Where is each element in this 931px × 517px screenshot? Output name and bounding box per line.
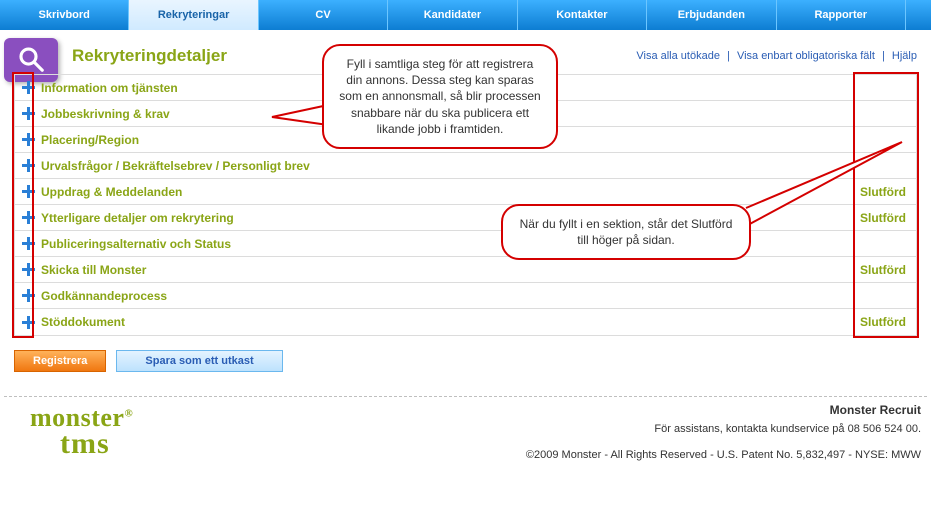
nav-tab-label: Rekryteringar — [158, 9, 230, 21]
expand-icon[interactable] — [21, 133, 35, 147]
nav-spacer — [906, 0, 931, 30]
save-draft-button[interactable]: Spara som ett utkast — [116, 350, 282, 372]
main-nav: Skrivbord Rekryteringar CV Kandidater Ko… — [0, 0, 931, 30]
nav-tab-cv[interactable]: CV — [259, 0, 388, 30]
section-row[interactable]: Skicka till Monster Slutförd — [15, 257, 916, 283]
nav-tab-label: Kandidater — [424, 9, 481, 21]
search-icon — [16, 44, 46, 77]
logo-tms: tms — [60, 427, 133, 461]
annotation-callout-tail — [744, 140, 904, 230]
footer: monster® tms Monster Recruit För assista… — [0, 397, 931, 471]
expand-icon[interactable] — [21, 159, 35, 173]
nav-tab-kontakter[interactable]: Kontakter — [518, 0, 647, 30]
nav-tab-rapporter[interactable]: Rapporter — [777, 0, 906, 30]
header-links: Visa alla utökade | Visa enbart obligato… — [636, 50, 917, 62]
annotation-callout-steps: Fyll i samtliga steg för att registrera … — [322, 44, 558, 149]
section-title: Godkännandeprocess — [41, 289, 906, 303]
nav-tab-erbjudanden[interactable]: Erbjudanden — [647, 0, 776, 30]
section-title: Stöddokument — [41, 315, 860, 329]
section-row[interactable]: Godkännandeprocess — [15, 283, 916, 309]
footer-info: Monster Recruit För assistans, kontakta … — [526, 403, 921, 461]
expand-icon[interactable] — [21, 315, 35, 329]
footer-product-name: Monster Recruit — [526, 403, 921, 417]
link-required-only[interactable]: Visa enbart obligatoriska fält — [737, 50, 875, 62]
expand-icon[interactable] — [21, 237, 35, 251]
section-status: Slutförd — [860, 263, 906, 277]
section-status: Slutförd — [860, 315, 906, 329]
annotation-callout-status: När du fyllt i en sektion, står det Slut… — [501, 204, 751, 260]
expand-icon[interactable] — [21, 81, 35, 95]
expand-icon[interactable] — [21, 185, 35, 199]
expand-icon[interactable] — [21, 289, 35, 303]
section-title: Publiceringsalternativ och Status — [41, 237, 906, 251]
footer-logo: monster® tms — [30, 403, 133, 461]
nav-tab-rekryteringar[interactable]: Rekryteringar — [129, 0, 258, 30]
section-title: Skicka till Monster — [41, 263, 860, 277]
expand-icon[interactable] — [21, 107, 35, 121]
register-button[interactable]: Registrera — [14, 350, 106, 372]
nav-tab-skrivbord[interactable]: Skrivbord — [0, 0, 129, 30]
nav-tab-label: Rapporter — [814, 9, 867, 21]
page-title: Rekryteringdetaljer — [72, 46, 227, 66]
button-row: Registrera Spara som ett utkast — [14, 350, 917, 372]
nav-tab-label: CV — [315, 9, 330, 21]
link-help[interactable]: Hjälp — [892, 50, 917, 62]
section-row[interactable]: Stöddokument Slutförd — [15, 309, 916, 335]
separator: | — [723, 50, 734, 62]
button-label: Registrera — [33, 355, 87, 367]
nav-tab-label: Erbjudanden — [678, 9, 745, 21]
expand-icon[interactable] — [21, 211, 35, 225]
link-expand-all[interactable]: Visa alla utökade — [636, 50, 720, 62]
footer-copyright: ©2009 Monster - All Rights Reserved - U.… — [526, 449, 921, 461]
button-label: Spara som ett utkast — [145, 355, 253, 367]
footer-assist-text: För assistans, kontakta kundservice på 0… — [526, 423, 921, 435]
nav-tab-label: Skrivbord — [39, 9, 90, 21]
separator: | — [878, 50, 889, 62]
section-title: Uppdrag & Meddelanden — [41, 185, 860, 199]
nav-tab-kandidater[interactable]: Kandidater — [388, 0, 517, 30]
annotation-callout-tail — [270, 95, 330, 135]
section-row[interactable]: Publiceringsalternativ och Status — [15, 231, 916, 257]
nav-tab-label: Kontakter — [556, 9, 607, 21]
expand-icon[interactable] — [21, 263, 35, 277]
